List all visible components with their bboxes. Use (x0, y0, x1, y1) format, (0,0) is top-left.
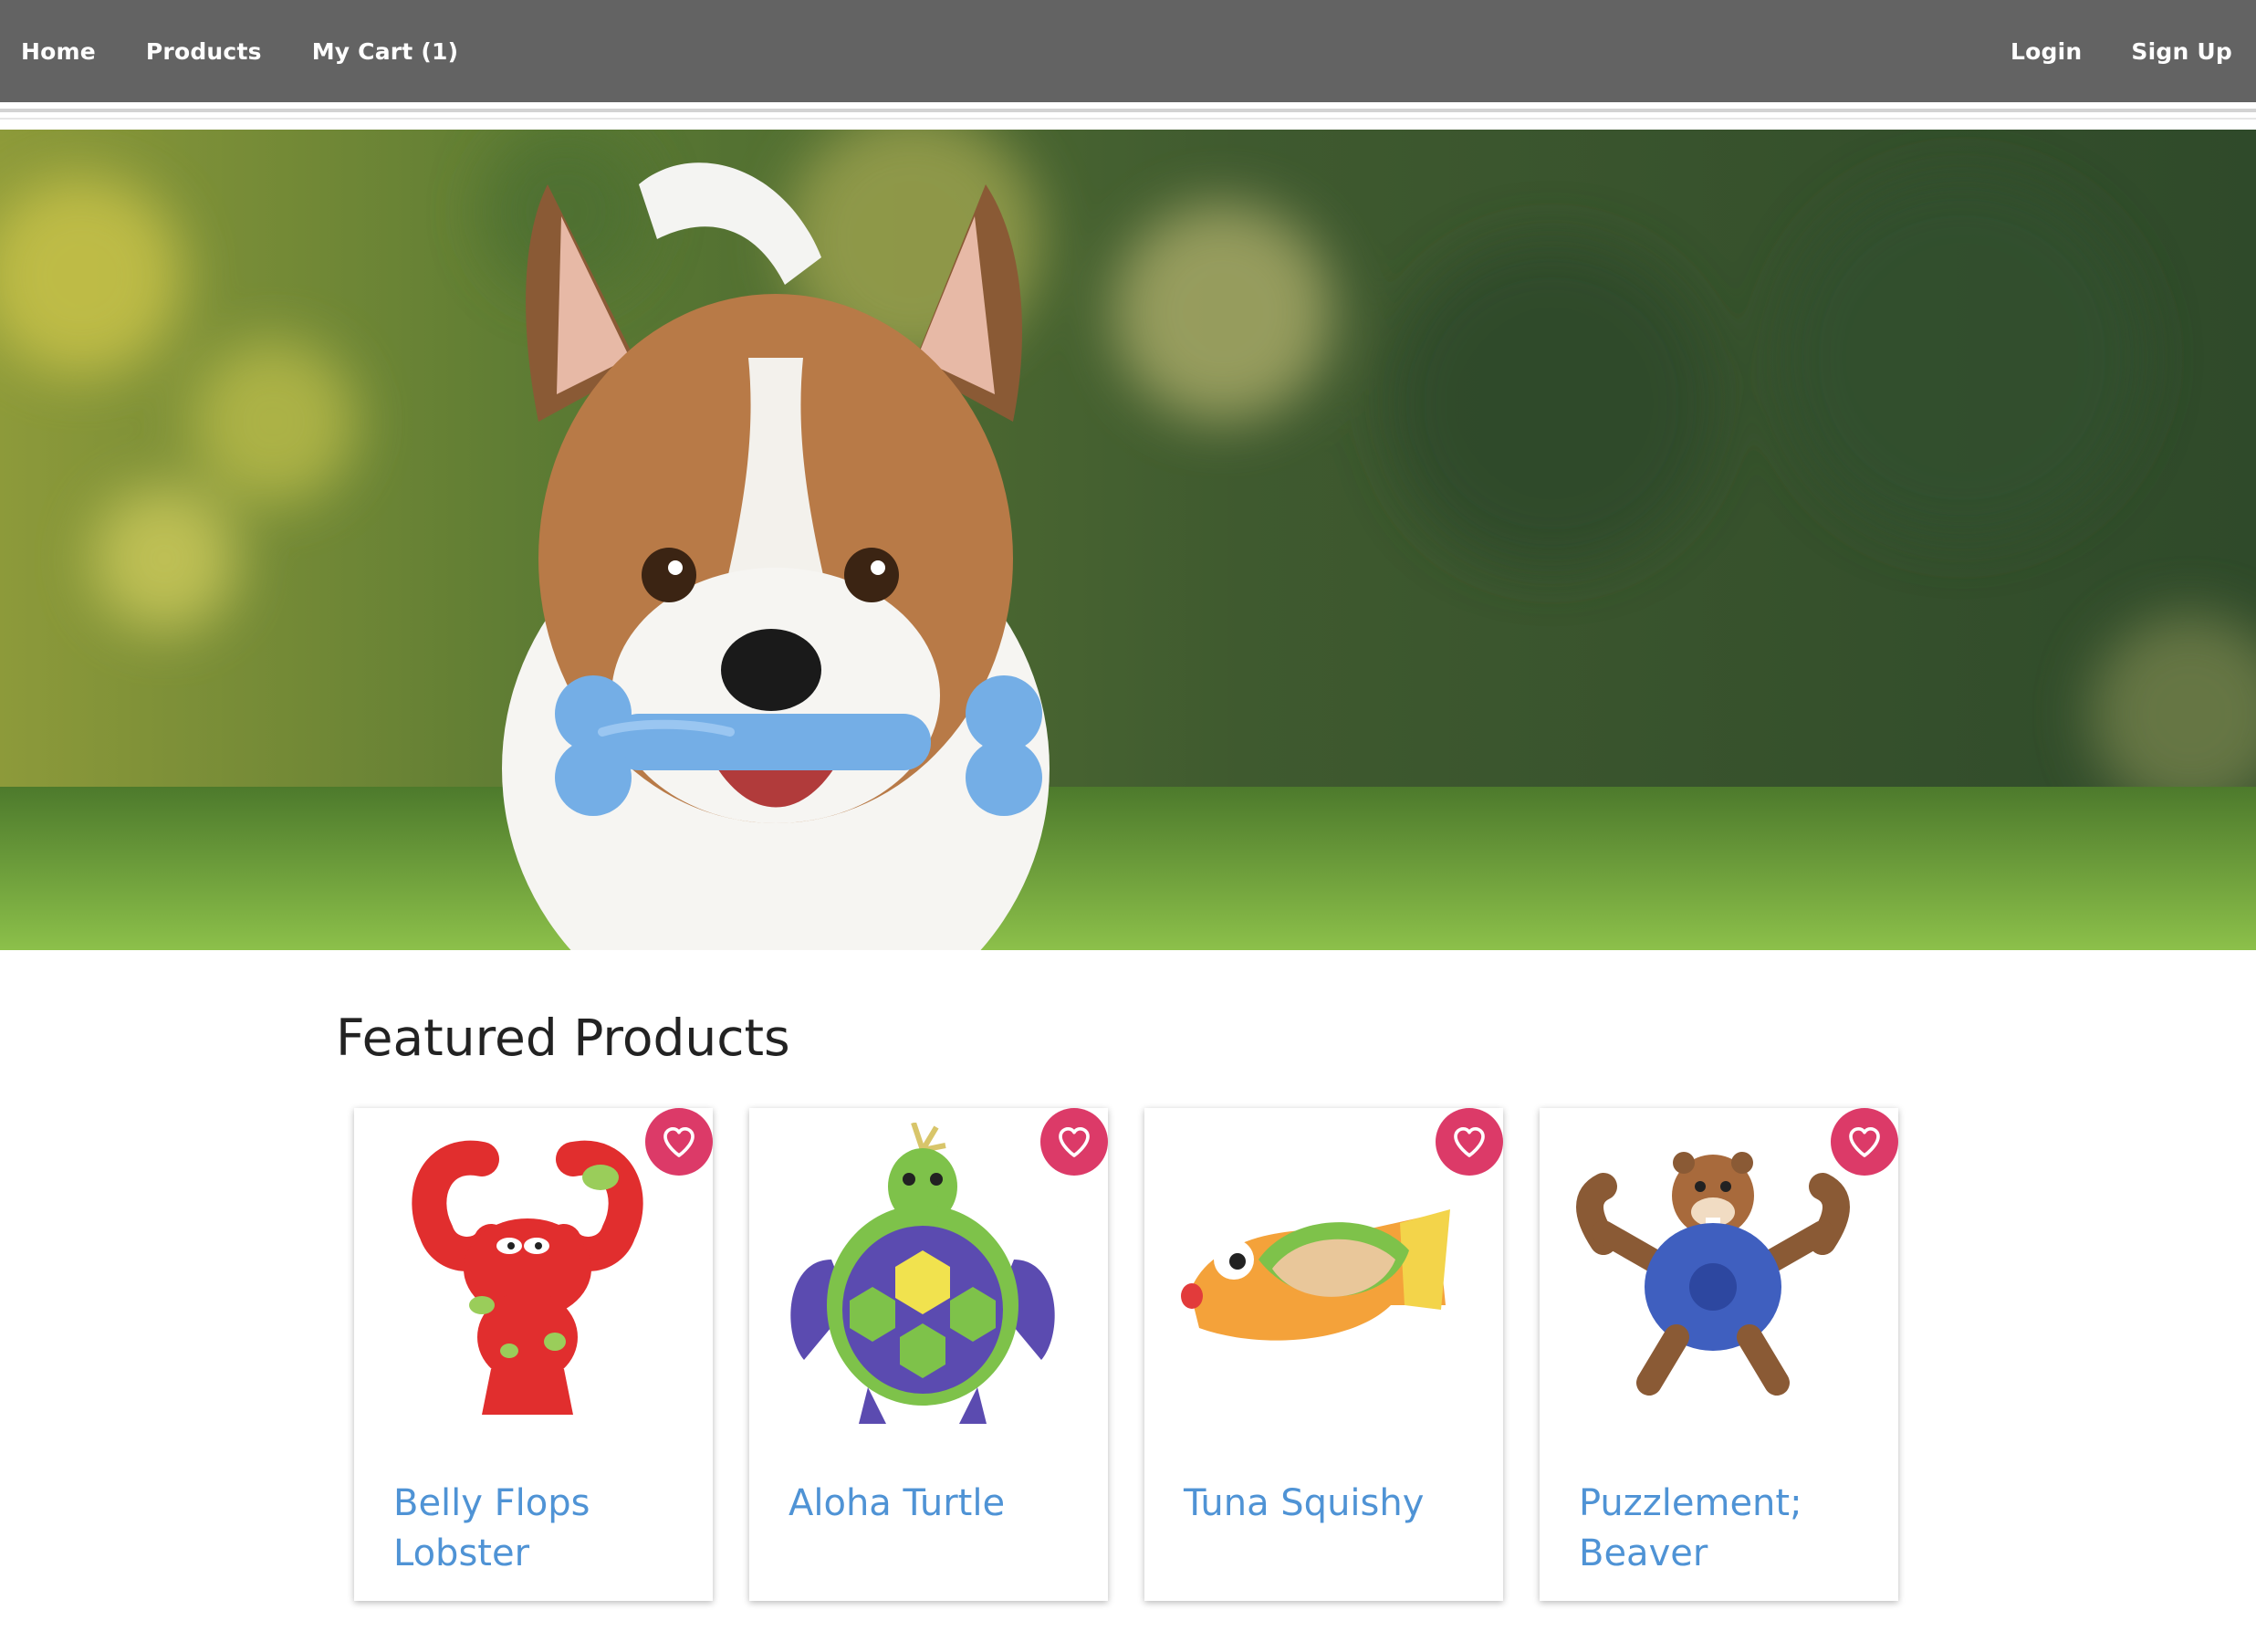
nav-home-link[interactable]: Home (21, 38, 96, 65)
product-card[interactable]: Aloha Turtle (749, 1108, 1108, 1601)
favorite-button[interactable] (645, 1108, 713, 1176)
heart-outline-icon (1849, 1127, 1880, 1157)
product-image-lobster[interactable] (381, 1123, 674, 1424)
product-name-link[interactable]: Puzzlement; Beaver (1579, 1479, 1871, 1579)
product-card[interactable]: Belly Flops Lobster (354, 1108, 713, 1601)
featured-products-heading: Featured Products (336, 1009, 790, 1067)
product-name-link[interactable]: Aloha Turtle (789, 1479, 1081, 1529)
nav-left-group: Home Products My Cart (1) (0, 0, 508, 102)
nav-login-link[interactable]: Login (2011, 38, 2082, 65)
hero-dog-image (0, 130, 2256, 950)
heart-outline-icon (663, 1127, 695, 1157)
product-image-turtle[interactable] (777, 1123, 1069, 1424)
product-image-fish-taco[interactable] (1172, 1123, 1464, 1424)
nav-right-group: Login Sign Up (1961, 0, 2256, 102)
nav-products-link[interactable]: Products (146, 38, 262, 65)
product-card[interactable]: Puzzlement; Beaver (1540, 1108, 1898, 1601)
favorite-button[interactable] (1040, 1108, 1108, 1176)
favorite-button[interactable] (1831, 1108, 1898, 1176)
nav-divider (0, 109, 2256, 112)
nav-cart-link[interactable]: My Cart (1) (312, 38, 459, 65)
product-card[interactable]: Tuna Squishy (1144, 1108, 1503, 1601)
nav-divider-secondary (0, 118, 2256, 120)
favorite-button[interactable] (1436, 1108, 1503, 1176)
nav-signup-link[interactable]: Sign Up (2131, 38, 2232, 65)
heart-outline-icon (1454, 1127, 1485, 1157)
product-image-beaver[interactable] (1567, 1123, 1859, 1424)
heart-outline-icon (1059, 1127, 1090, 1157)
top-navbar: Home Products My Cart (1) Login Sign Up (0, 0, 2256, 102)
product-name-link[interactable]: Tuna Squishy (1184, 1479, 1476, 1529)
product-name-link[interactable]: Belly Flops Lobster (393, 1479, 685, 1579)
hero-banner (0, 130, 2256, 950)
